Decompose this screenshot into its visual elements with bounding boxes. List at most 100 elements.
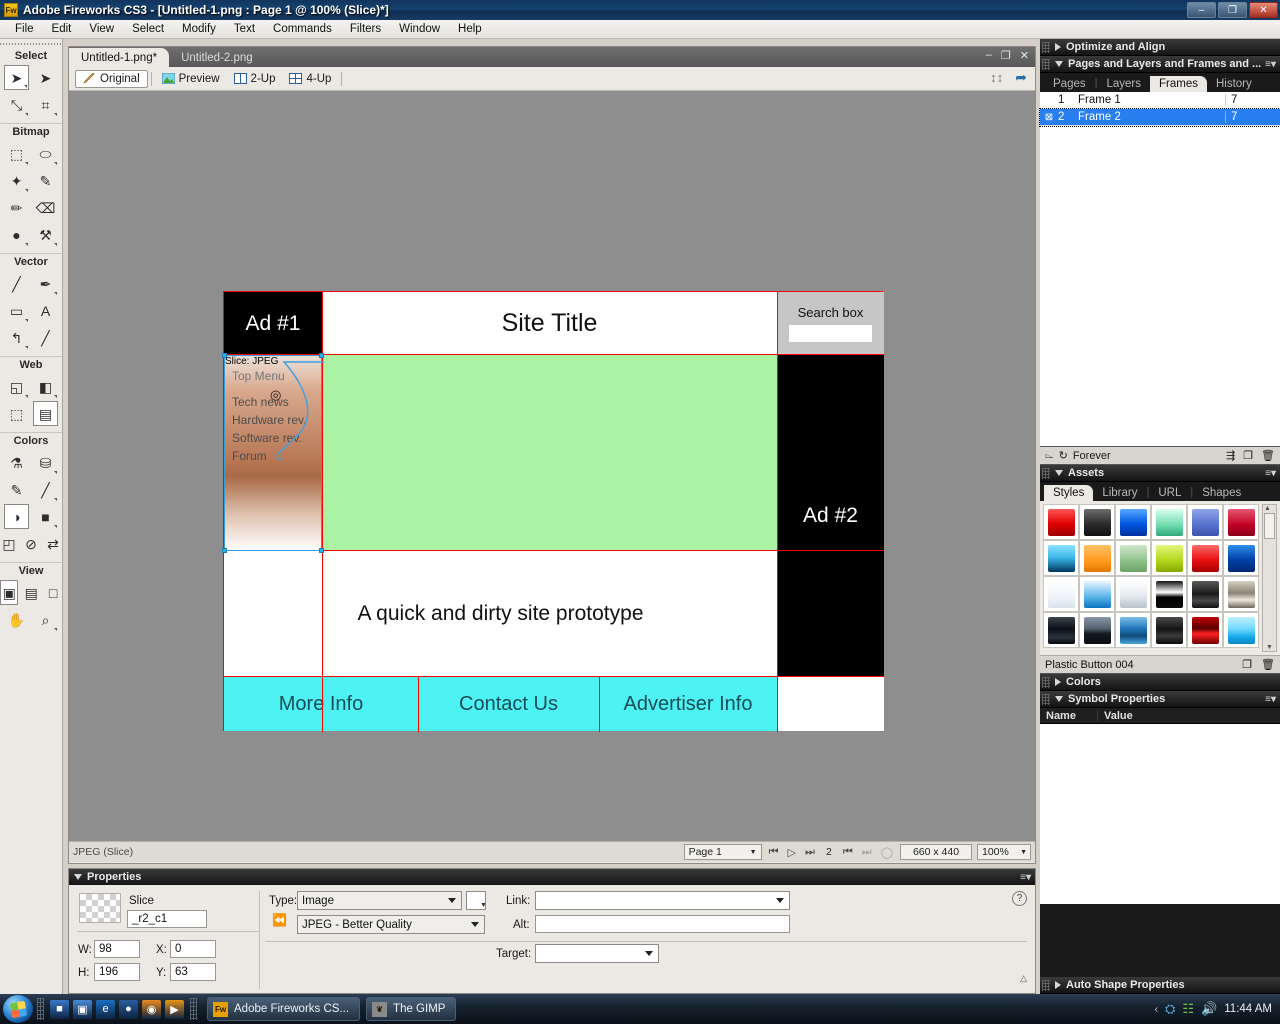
firefox-icon[interactable]: ◉ (142, 999, 161, 1019)
frame-delay[interactable]: 7 (1225, 111, 1280, 123)
tab-frames[interactable]: Frames (1150, 76, 1207, 92)
tools-grip[interactable] (0, 39, 62, 48)
zoom-select[interactable]: 100% ▼ (977, 844, 1031, 860)
hide-slices-tool[interactable]: ⬚ (4, 401, 29, 426)
slice-tool[interactable]: ◧ (33, 374, 58, 399)
full-screen-menu-mode[interactable]: ▤ (22, 580, 40, 605)
color-well[interactable]: ■ (33, 504, 58, 529)
y-input[interactable]: 63 (170, 963, 216, 981)
panel-grip[interactable] (1042, 693, 1050, 705)
artwork-search-input[interactable] (789, 325, 872, 342)
loop-icon[interactable]: ◯ (879, 846, 895, 859)
frame-name[interactable]: Frame 1 (1078, 94, 1225, 106)
new-style-icon[interactable]: ❐ (1242, 658, 1252, 671)
frame-delay[interactable]: 7 (1225, 94, 1280, 106)
style-swatch[interactable] (1115, 612, 1151, 648)
play-icon[interactable]: ▷ (786, 846, 798, 859)
export-settings-icon[interactable]: ↕↕ (990, 70, 1003, 85)
style-swatch[interactable] (1187, 576, 1223, 612)
standard-screen-mode[interactable]: ▣ (0, 580, 19, 605)
doc-close-button[interactable]: ✕ (1020, 49, 1029, 62)
view-mode-4-up[interactable]: 4-Up (282, 71, 338, 87)
rubber-stamp-tool[interactable]: ⚒ (33, 222, 58, 247)
style-swatch[interactable] (1223, 576, 1259, 612)
new-frame-icon[interactable]: ❐ (1243, 449, 1253, 462)
pen-tool[interactable]: ✒ (33, 271, 58, 296)
menu-item-view[interactable]: View (80, 22, 123, 36)
quicklaunch-grip[interactable] (37, 998, 44, 1020)
style-swatch[interactable] (1223, 612, 1259, 648)
panel-options-icon[interactable]: ≡▾ (1265, 694, 1276, 705)
start-button[interactable] (3, 995, 33, 1023)
prev-frame-icon[interactable]: ⏮ (841, 846, 855, 859)
eyedropper-tool[interactable]: ⚗ (4, 450, 29, 475)
styles-scrollbar[interactable]: ▲ ▼ (1262, 504, 1277, 652)
close-button[interactable]: ✕ (1249, 2, 1278, 18)
pages-layers-frames-panel-header[interactable]: Pages and Layers and Frames and ... ≡▾ (1040, 56, 1280, 73)
zoom-tool[interactable]: ⌕ (33, 607, 58, 632)
show-desktop-icon[interactable]: ■ (50, 999, 69, 1019)
styles-grid[interactable]: ▲ ▼ (1040, 501, 1280, 655)
network-tray-icon[interactable]: ☷ (1182, 1001, 1194, 1017)
page-select[interactable]: Page 1 ▼ (683, 844, 762, 860)
tab-layers[interactable]: Layers (1097, 76, 1150, 92)
lasso-tool[interactable]: ⬭ (33, 141, 58, 166)
style-swatch[interactable] (1043, 612, 1079, 648)
tab-pages[interactable]: Pages (1044, 76, 1095, 92)
style-swatch[interactable] (1151, 540, 1187, 576)
menu-item-help[interactable]: Help (449, 22, 491, 36)
help-icon[interactable]: ? (1012, 891, 1027, 906)
tray-expand-chevron-icon[interactable]: ‹ (1155, 1004, 1158, 1015)
menu-item-commands[interactable]: Commands (264, 22, 341, 36)
scroll-down-arrow-icon[interactable]: ▼ (1266, 644, 1273, 651)
panel-options-icon[interactable]: ≡▾ (1265, 468, 1276, 479)
full-screen-mode[interactable]: □ (44, 580, 62, 605)
assets-panel-header[interactable]: Assets ≡▾ (1040, 465, 1280, 482)
x-input[interactable]: 0 (170, 940, 216, 958)
panel-options-icon[interactable]: ≡▾ (1020, 872, 1031, 883)
menu-item-text[interactable]: Text (225, 22, 264, 36)
subselection-tool[interactable]: ➤ (33, 65, 58, 90)
magic-wand-tool[interactable]: ✦ (4, 168, 29, 193)
symbol-table-body[interactable] (1040, 724, 1280, 904)
menu-item-modify[interactable]: Modify (173, 22, 225, 36)
style-swatch[interactable] (1223, 540, 1259, 576)
style-swatch[interactable] (1151, 612, 1187, 648)
style-swatch[interactable] (1079, 504, 1115, 540)
clock[interactable]: 11:44 AM (1224, 1003, 1272, 1015)
stroke-color-swatch[interactable]: ✎ (4, 477, 29, 502)
fill-color-swatch[interactable]: ◑ (4, 504, 29, 529)
style-swatch[interactable] (1079, 540, 1115, 576)
selection-handle-bl[interactable] (222, 548, 227, 553)
text-tool[interactable]: A (33, 298, 58, 323)
view-mode-original[interactable]: Original (75, 69, 148, 88)
document-tab-2[interactable]: Untitled-2.png (169, 48, 265, 67)
style-swatch[interactable] (1079, 612, 1115, 648)
show-slices-tool[interactable]: ▤ (33, 401, 58, 426)
view-mode-preview[interactable]: Preview (155, 71, 227, 87)
panel-grip[interactable] (1042, 58, 1050, 70)
pointer-tool[interactable]: ➤ (4, 65, 29, 90)
tab-url[interactable]: URL (1149, 485, 1190, 501)
slice-color-caret-icon[interactable]: ▼ (480, 902, 487, 909)
freeform-tool[interactable]: ↰ (4, 325, 29, 350)
tab-shapes[interactable]: Shapes (1193, 485, 1250, 501)
document-tab-1[interactable]: Untitled-1.png* (69, 48, 170, 67)
loop-icon[interactable]: ↻ (1059, 449, 1068, 462)
style-swatch[interactable] (1223, 504, 1259, 540)
frame-visibility-icon[interactable]: ⊠ (1040, 112, 1058, 123)
marquee-tool[interactable]: ⬚ (4, 141, 29, 166)
no-fill-icon[interactable]: ⊘ (22, 531, 40, 556)
height-input[interactable]: 196 (94, 963, 140, 981)
taskband-grip[interactable] (190, 998, 197, 1020)
taskbar-button-2[interactable]: ❦ The GIMP (366, 997, 457, 1021)
optimize-align-panel-header[interactable]: Optimize and Align (1040, 39, 1280, 56)
doc-minimize-button[interactable]: – (986, 49, 992, 62)
tab-library[interactable]: Library (1093, 485, 1146, 501)
default-colors-icon[interactable]: ◰ (0, 531, 18, 556)
flash-tray-icon[interactable]: ⛭ (1165, 1001, 1175, 1017)
volume-tray-icon[interactable]: 🔊 (1201, 1001, 1217, 1017)
style-swatch[interactable] (1115, 504, 1151, 540)
optimize-icon[interactable]: ⏪ (272, 913, 287, 927)
crop-tool[interactable]: ⌗ (33, 92, 58, 117)
